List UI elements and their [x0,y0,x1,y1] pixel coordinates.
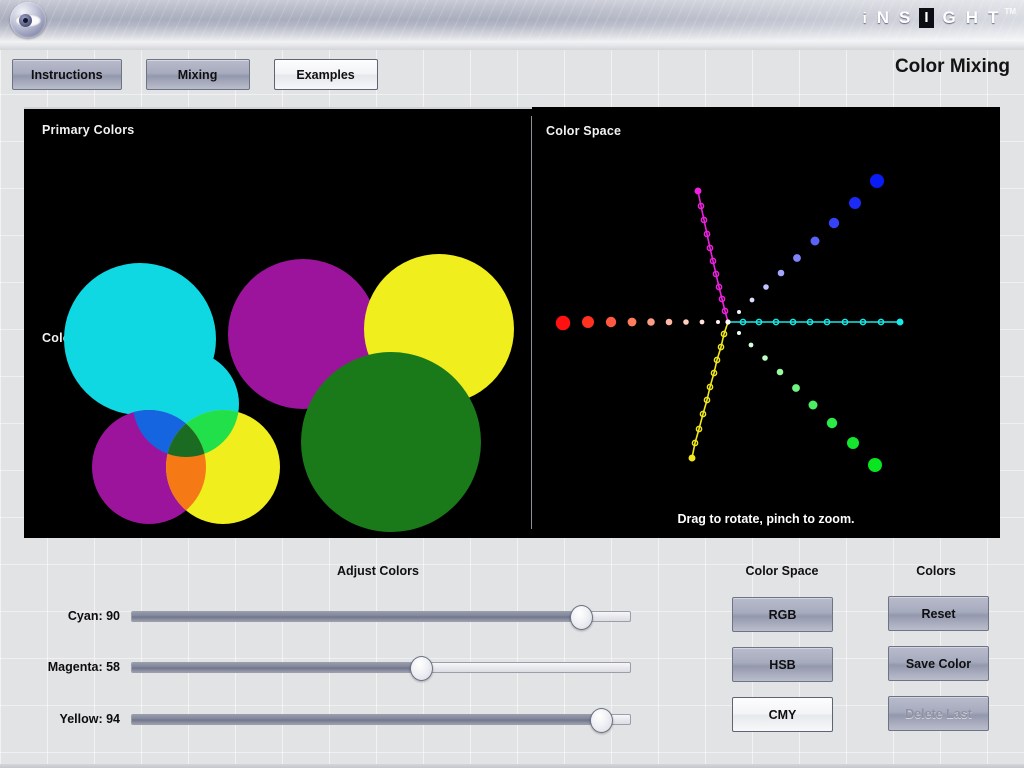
data-point-red [627,317,637,327]
eye-pupil [23,18,28,23]
page-title: Color Mixing [894,56,1010,77]
color-space-plot[interactable] [532,107,1000,538]
button-delete-last: Delete Last [888,696,989,731]
data-point-blue [749,297,755,303]
data-point-green [826,417,838,429]
color-mixture-venn [92,351,280,524]
window-bottom-edge [0,764,1024,768]
data-point-green [792,384,800,392]
button-hsb[interactable]: HSB [732,647,833,682]
data-point-green [776,368,784,376]
wordmark-letter-i: i [862,9,867,27]
data-point-blue [810,236,820,246]
primary-colors-label: Primary Colors [42,123,135,137]
data-point-green [847,437,859,449]
slider-thumb-magenta[interactable] [410,656,433,681]
slider-thumb-cyan[interactable] [570,605,593,630]
stage-top-highlight [24,107,532,109]
data-point-blue [793,254,801,262]
wordmark-letter-g: G [942,8,956,27]
data-point-red [647,318,655,326]
button-cmy[interactable]: CMY [732,697,833,732]
slider-cyan[interactable] [131,605,631,630]
tab-mixing[interactable]: Mixing [145,59,250,90]
data-point-blue [828,217,840,229]
tab-instructions[interactable]: Instructions [12,59,122,90]
button-reset[interactable]: Reset [888,596,989,631]
wordmark-letter-s: S [899,8,911,27]
axis-tip-magenta [694,187,702,195]
slider-label-magenta: Magenta: 58 [47,660,120,674]
wordmark-letter-i2: I [919,8,934,28]
wordmark-letter-n: N [876,8,890,27]
data-point-green [762,355,768,361]
colors-section-title: Colors [916,564,956,578]
slider-fill-yellow [132,715,602,724]
data-point-red [665,318,673,326]
data-point-red [699,319,705,325]
data-point-red [683,319,689,325]
data-point-red [555,315,571,331]
axis-tip-yellow [688,454,696,462]
slider-row-magenta: Magenta: 58 [0,654,640,684]
tab-bar: Instructions Mixing Examples [12,59,402,90]
wordmark-letter-t: T [988,8,999,27]
slider-row-cyan: Cyan: 90 [0,603,640,633]
data-point-blue [849,197,861,209]
slider-magenta[interactable] [131,656,631,681]
wordmark-letter-h: H [965,8,979,27]
slider-label-cyan: Cyan: 90 [67,609,120,623]
data-point-green [737,331,741,335]
slider-thumb-yellow[interactable] [590,708,613,733]
data-point-green [868,458,882,472]
data-point-blue [763,284,769,290]
data-point-red [605,316,617,328]
eye-icon [10,2,46,38]
data-point-red [582,316,594,328]
slider-fill-magenta [132,663,422,672]
slider-label-yellow: Yellow: 94 [59,712,120,726]
button-rgb[interactable]: RGB [732,597,833,632]
adjust-colors-title: Adjust Colors [337,564,419,578]
controls-panel: Adjust Colors Color Space Colors Cyan: 9… [0,548,1024,768]
data-point-blue [777,269,785,277]
data-point-origin [725,319,731,325]
button-save-color[interactable]: Save Color [888,646,989,681]
tab-examples[interactable]: Examples [273,59,378,90]
insight-wordmark: i N S I G H T TM [858,5,1016,31]
data-point-green [748,342,754,348]
mixture-result-circle [301,352,481,532]
axis-tip-cyan [896,318,904,326]
slider-row-yellow: Yellow: 94 [0,706,640,736]
header-base-strip [0,41,1024,50]
data-point-green [808,400,818,410]
wordmark-trademark: TM [1004,7,1016,16]
data-point-red [716,320,720,324]
color-space-hint: Drag to rotate, pinch to zoom. [677,512,855,526]
color-space-section-title: Color Space [745,564,819,578]
data-point-blue [870,174,884,188]
slider-yellow[interactable] [131,708,631,733]
axis-line-magenta [697,190,729,323]
data-point-blue [737,310,741,314]
visualization-stage: Primary Colors Color Mixture Color Space… [24,107,1000,538]
slider-fill-cyan [132,612,582,621]
